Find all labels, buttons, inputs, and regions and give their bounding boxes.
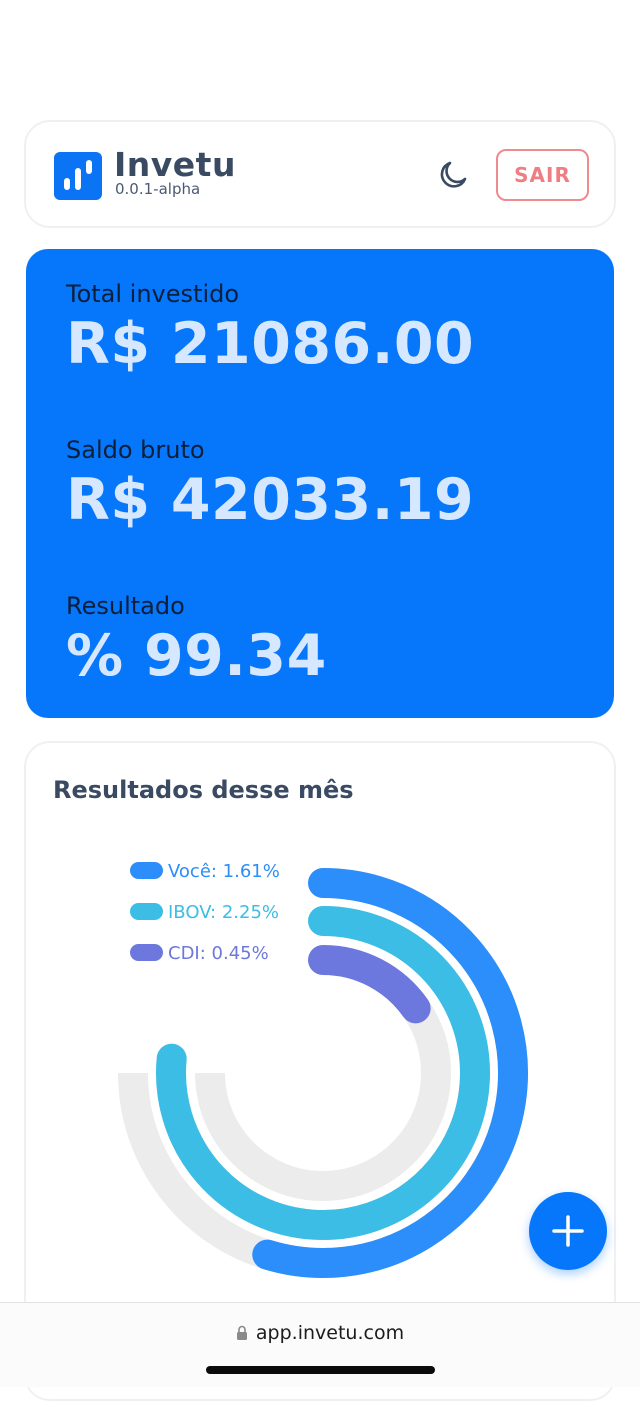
logo-icon bbox=[54, 152, 102, 200]
gross-balance-label: Saldo bruto bbox=[66, 436, 205, 464]
moon-icon[interactable] bbox=[436, 158, 470, 192]
legend-label: CDI: 0.45% bbox=[168, 943, 269, 964]
logout-button[interactable]: SAIR bbox=[496, 149, 589, 201]
total-invested-label: Total investido bbox=[66, 280, 240, 308]
legend-swatch bbox=[130, 862, 163, 879]
total-invested-value: R$ 21086.00 bbox=[66, 311, 475, 377]
add-button[interactable] bbox=[529, 1192, 607, 1270]
legend-swatch bbox=[130, 903, 163, 920]
url-text: app.invetu.com bbox=[255, 1322, 405, 1344]
home-indicator bbox=[206, 1366, 435, 1374]
app-header: Invetu 0.0.1-alpha SAIR bbox=[24, 120, 616, 228]
chart-bar-cdi bbox=[308, 945, 431, 1024]
brand-name: Invetu bbox=[114, 145, 236, 184]
radial-bar-chart: Você: 1.61% IBOV: 2.25% CDI: 0.45% bbox=[86, 833, 528, 1278]
gross-balance-value: R$ 42033.19 bbox=[66, 467, 475, 533]
legend-swatch bbox=[130, 944, 163, 961]
url-field[interactable]: app.invetu.com bbox=[0, 1321, 640, 1345]
legend-label: IBOV: 2.25% bbox=[168, 902, 279, 923]
legend-label: Você: 1.61% bbox=[168, 861, 280, 882]
result-label: Resultado bbox=[66, 592, 185, 620]
lock-icon bbox=[236, 1325, 247, 1340]
app-version: 0.0.1-alpha bbox=[115, 180, 201, 198]
plus-icon bbox=[552, 1215, 584, 1247]
investment-summary-card: Total investido R$ 21086.00 Saldo bruto … bbox=[26, 249, 614, 718]
browser-address-bar: app.invetu.com bbox=[0, 1302, 640, 1387]
result-value: % 99.34 bbox=[66, 623, 327, 689]
